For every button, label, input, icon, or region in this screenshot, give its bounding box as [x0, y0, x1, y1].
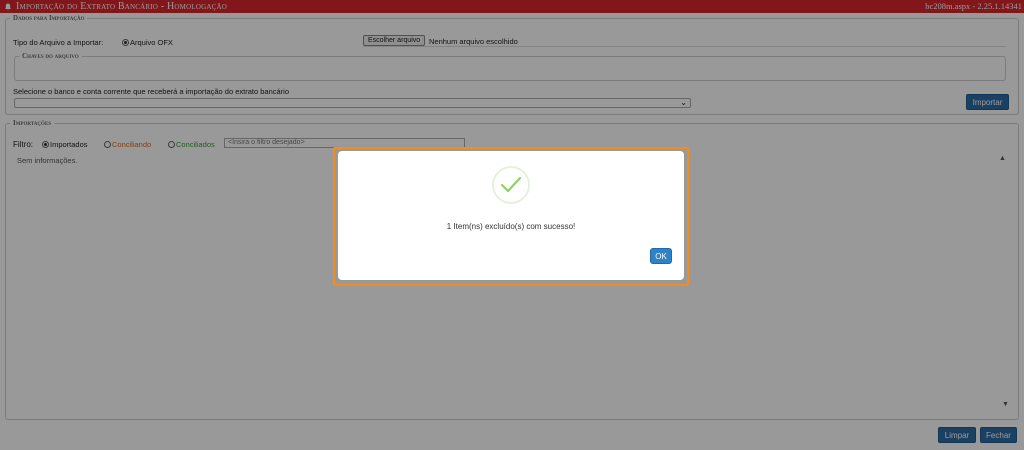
success-dialog: 1 Item(ns) excluído(s) com sucesso! OK: [338, 151, 684, 280]
success-check-icon: [492, 166, 530, 204]
dialog-message: 1 Item(ns) excluído(s) com sucesso!: [446, 222, 576, 231]
ok-button[interactable]: OK: [650, 248, 672, 264]
